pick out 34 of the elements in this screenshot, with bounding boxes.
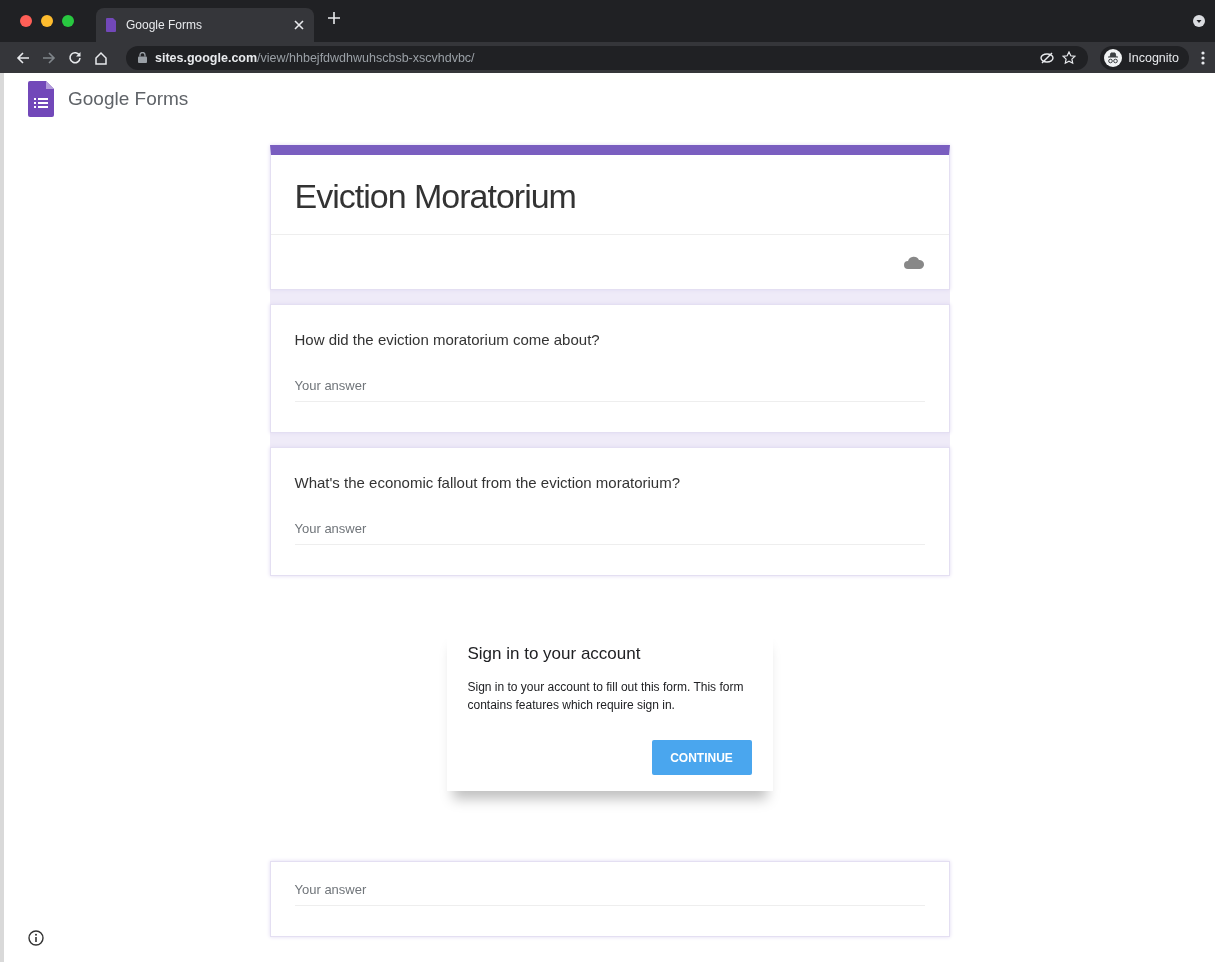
- forward-icon[interactable]: [42, 50, 56, 65]
- tab-search-icon[interactable]: [1193, 15, 1205, 27]
- forms-icon: [106, 18, 116, 32]
- forms-logo-icon[interactable]: [28, 81, 54, 117]
- app-name: Google Forms: [68, 88, 189, 110]
- dialog-title: Sign in to your account: [467, 644, 642, 664]
- form-title: Eviction Moratorium: [270, 155, 949, 235]
- reload-icon[interactable]: [68, 50, 82, 65]
- star-icon[interactable]: [1062, 50, 1077, 65]
- home-icon[interactable]: [94, 50, 108, 65]
- dialog-message: Sign in to your account to fill out this form. This form contains features which require sign in.: [467, 679, 745, 714]
- minimize-window-button[interactable]: [41, 15, 53, 27]
- browser-tab[interactable]: Google Forms: [96, 8, 314, 42]
- question-text: How did the eviction moratorium come about?: [294, 331, 601, 348]
- zoom-window-button[interactable]: [62, 15, 74, 27]
- new-tab-icon[interactable]: [328, 12, 340, 24]
- back-icon[interactable]: [16, 50, 30, 65]
- answer-field[interactable]: Your answer: [294, 378, 925, 402]
- lock-icon: [138, 52, 147, 63]
- close-window-button[interactable]: [20, 15, 32, 27]
- question-text: What's the economic fallout from the eviction moratorium?: [294, 474, 682, 491]
- cloud-icon: [902, 255, 925, 269]
- menu-icon[interactable]: [1201, 50, 1205, 65]
- eye-slash-icon[interactable]: [1040, 50, 1055, 65]
- address-bar[interactable]: sites.google.com/view/hhbejfdwdhwuhscbsb-xscvhdvbc/: [126, 45, 1089, 70]
- answer-field[interactable]: Your answer: [294, 882, 925, 906]
- incognito-icon: [1104, 48, 1123, 67]
- close-icon[interactable]: [294, 20, 304, 30]
- profile-button[interactable]: Incognito: [1100, 45, 1189, 70]
- continue-button[interactable]: CONTINUE: [651, 740, 752, 775]
- info-icon[interactable]: [28, 930, 44, 946]
- url-text: sites.google.com/view/hhbejfdwdhwuhscbsb-xscvhdvbc/: [155, 50, 475, 65]
- tab-title: Google Forms: [126, 18, 204, 32]
- answer-field[interactable]: Your answer: [294, 521, 925, 545]
